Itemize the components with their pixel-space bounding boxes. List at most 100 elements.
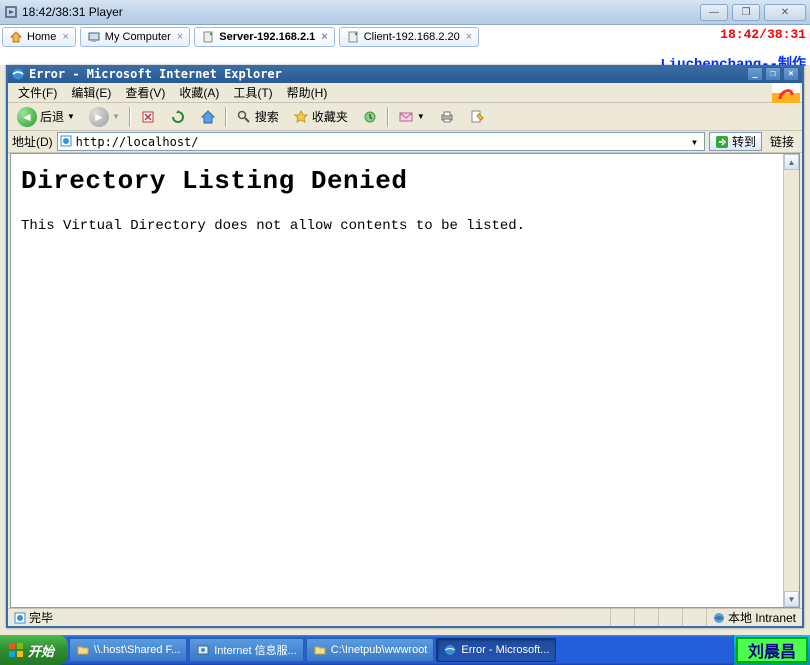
refresh-icon — [170, 109, 186, 125]
home-button[interactable] — [195, 106, 221, 128]
tab-home[interactable]: Home × — [2, 27, 76, 47]
tab-close-icon[interactable]: × — [62, 31, 68, 43]
menu-file[interactable]: 文件(F) — [12, 82, 63, 103]
menu-favorites[interactable]: 收藏(A) — [173, 82, 225, 103]
separator — [387, 107, 389, 127]
go-arrow-icon — [715, 135, 729, 149]
close-button[interactable]: ✕ — [764, 4, 806, 21]
tab-client[interactable]: Client-192.168.2.20 × — [339, 27, 479, 47]
menu-tools[interactable]: 工具(T) — [227, 82, 278, 103]
status-cell — [610, 609, 634, 626]
tab-close-icon[interactable]: × — [321, 31, 327, 43]
ie-throbber-icon — [772, 83, 800, 103]
ie-statusbar: 完毕 本地 Intranet — [8, 608, 802, 626]
back-arrow-icon: ◄ — [17, 107, 37, 127]
links-label[interactable]: 链接 — [766, 133, 798, 150]
player-title: 18:42/38:31 Player — [22, 5, 700, 19]
menu-edit[interactable]: 编辑(E) — [65, 82, 117, 103]
mail-button[interactable]: ▼ — [393, 106, 430, 128]
address-dropdown-icon[interactable]: ▾ — [687, 135, 702, 149]
home-icon — [9, 30, 23, 44]
scroll-down-icon[interactable]: ▼ — [784, 591, 799, 607]
favorites-button[interactable]: 收藏夹 — [288, 106, 353, 128]
window-buttons: — ❐ ✕ — [700, 4, 806, 21]
start-label: 开始 — [28, 641, 54, 660]
tab-close-icon[interactable]: × — [177, 31, 183, 43]
status-zone: 本地 Intranet — [706, 609, 802, 626]
windows-taskbar: 开始 \\.host\Shared F... Internet 信息服... C… — [0, 635, 810, 665]
tab-label: Server-192.168.2.1 — [219, 31, 315, 43]
address-url: http://localhost/ — [76, 135, 687, 149]
menu-help[interactable]: 帮助(H) — [281, 82, 334, 103]
menu-view[interactable]: 查看(V) — [119, 82, 171, 103]
dropdown-icon: ▼ — [417, 112, 425, 121]
ie-restore-button[interactable]: ❐ — [765, 67, 781, 81]
stop-button[interactable] — [135, 106, 161, 128]
edit-button[interactable] — [464, 106, 490, 128]
page-heading: Directory Listing Denied — [21, 166, 773, 196]
taskbar-item-label: \\.host\Shared F... — [94, 644, 180, 656]
separator — [225, 107, 227, 127]
done-icon — [14, 612, 26, 624]
print-button[interactable] — [434, 106, 460, 128]
history-button[interactable] — [357, 106, 383, 128]
status-cell — [634, 609, 658, 626]
taskbar-item[interactable]: Internet 信息服... — [189, 638, 304, 662]
tab-label: My Computer — [105, 31, 171, 43]
status-done: 完毕 — [8, 609, 59, 626]
server-icon — [201, 30, 215, 44]
mail-icon — [398, 109, 414, 125]
tab-label: Home — [27, 31, 56, 43]
start-button[interactable]: 开始 — [0, 635, 68, 665]
scroll-track[interactable] — [784, 170, 799, 591]
player-tabbar: Home × My Computer × Server-192.168.2.1 … — [0, 25, 810, 49]
folder-icon — [313, 643, 327, 657]
forward-button[interactable]: ► ▼ — [84, 106, 125, 128]
history-icon — [362, 109, 378, 125]
vertical-scrollbar[interactable]: ▲ ▼ — [783, 154, 799, 607]
search-icon — [236, 109, 252, 125]
status-done-text: 完毕 — [29, 609, 53, 626]
ie-menubar: 文件(F) 编辑(E) 查看(V) 收藏(A) 工具(T) 帮助(H) — [8, 83, 802, 103]
client-icon — [346, 30, 360, 44]
ie-title-text: Error - Microsoft Internet Explorer — [29, 67, 282, 81]
address-label: 地址(D) — [12, 133, 53, 150]
watermark-stamp: 刘晨昌 — [736, 637, 808, 663]
scroll-up-icon[interactable]: ▲ — [784, 154, 799, 170]
taskbar-item[interactable]: Error - Microsoft... — [436, 638, 556, 662]
tab-mycomputer[interactable]: My Computer × — [80, 27, 190, 47]
separator — [129, 107, 131, 127]
refresh-button[interactable] — [165, 106, 191, 128]
favorites-label: 收藏夹 — [312, 108, 348, 125]
maximize-button[interactable]: ❐ — [732, 4, 760, 21]
tab-close-icon[interactable]: × — [466, 31, 472, 43]
back-button[interactable]: ◄ 后退 ▼ — [12, 106, 80, 128]
player-icon — [4, 5, 18, 19]
minimize-button[interactable]: — — [700, 4, 728, 21]
computer-icon — [87, 30, 101, 44]
ie-close-button[interactable]: × — [783, 67, 799, 81]
search-button[interactable]: 搜索 — [231, 106, 284, 128]
page-icon — [60, 135, 74, 149]
ie-minimize-button[interactable]: _ — [747, 67, 763, 81]
iis-icon — [196, 643, 210, 657]
go-button[interactable]: 转到 — [709, 132, 762, 151]
star-icon — [293, 109, 309, 125]
ie-icon — [11, 67, 25, 81]
address-input[interactable]: http://localhost/ ▾ — [57, 132, 705, 151]
system-tray: 刘晨昌 — [733, 635, 810, 665]
taskbar-item[interactable]: C:\Inetpub\wwwroot — [306, 638, 435, 662]
home-icon — [200, 109, 216, 125]
status-cell — [682, 609, 706, 626]
tab-server[interactable]: Server-192.168.2.1 × — [194, 27, 334, 47]
page-body: This Virtual Directory does not allow co… — [21, 218, 773, 234]
player-tabbar-spacer: Liuchenchang--制作 — [0, 49, 810, 65]
dropdown-icon: ▼ — [112, 112, 120, 121]
print-icon — [439, 109, 455, 125]
forward-arrow-icon: ► — [89, 107, 109, 127]
stop-icon — [140, 109, 156, 125]
taskbar-item-label: C:\Inetpub\wwwroot — [331, 644, 428, 656]
taskbar-item[interactable]: \\.host\Shared F... — [69, 638, 187, 662]
ie-addressbar: 地址(D) http://localhost/ ▾ 转到 链接 — [8, 131, 802, 153]
player-titlebar: 18:42/38:31 Player — ❐ ✕ — [0, 0, 810, 25]
